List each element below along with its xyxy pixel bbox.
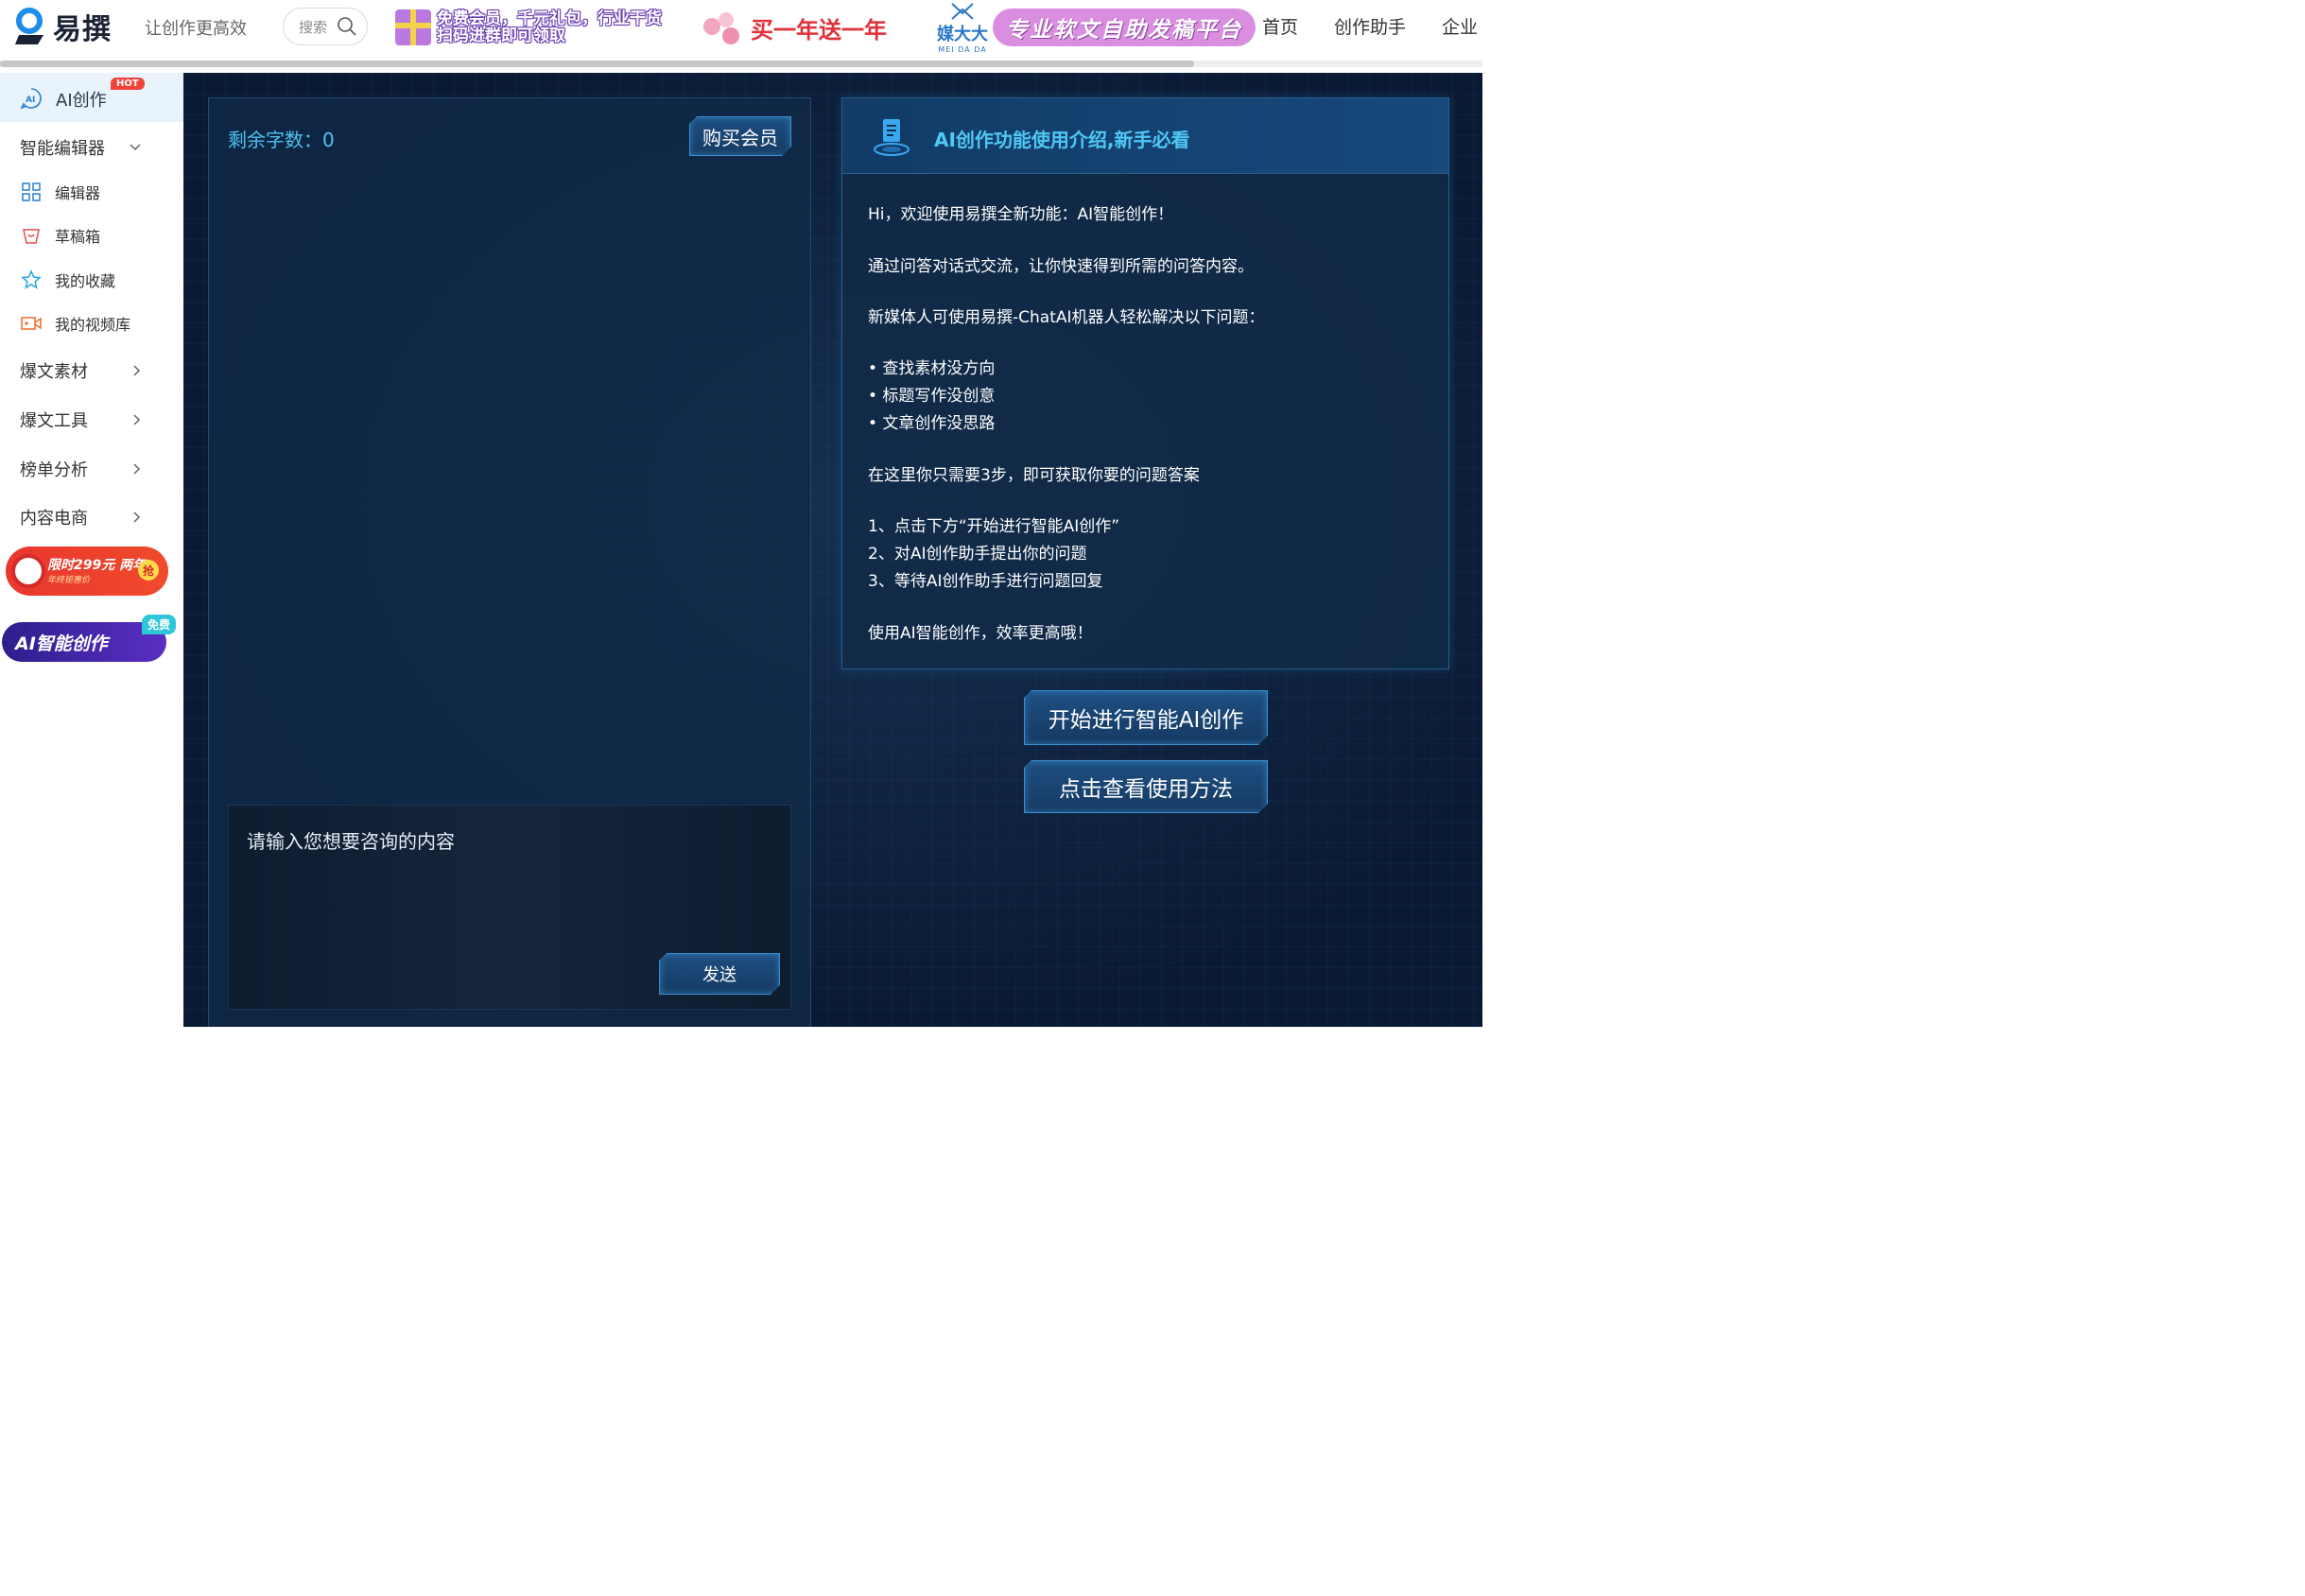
site-logo[interactable]: 易撰 bbox=[13, 6, 112, 47]
question-input-placeholder: 请输入您想要咨询的内容 bbox=[247, 830, 455, 853]
intro-line: Hi，欢迎使用易撰全新功能：AI智能创作！ bbox=[868, 205, 1174, 224]
sidebar-favorites-label: 我的收藏 bbox=[55, 272, 116, 290]
intro-panel-header: AI创作功能使用介绍,新手必看 bbox=[842, 98, 1448, 174]
top-header: 易撰 让创作更高效 搜索 免费会员，千元礼包，行业干货 扫码进群即可领取 买一年… bbox=[0, 0, 1482, 61]
draft-box-icon bbox=[21, 225, 42, 246]
sidebar-video-library-label: 我的视频库 bbox=[55, 316, 131, 334]
banner-mdd-text: 专业软文自助发稿平台 bbox=[993, 9, 1256, 46]
gift-icon bbox=[395, 9, 431, 45]
sidebar-group-label: 内容电商 bbox=[20, 509, 88, 529]
promo1-text: 限时299元 两年 年终钜惠价 bbox=[47, 558, 146, 585]
send-button[interactable]: 发送 bbox=[659, 953, 780, 995]
search-input[interactable]: 搜索 bbox=[283, 8, 368, 45]
meidada-logo: 媒大大 MEI DA DA bbox=[936, 2, 989, 54]
nav-home[interactable]: 首页 bbox=[1262, 13, 1298, 39]
top-nav: 首页 创作助手 企业 bbox=[1262, 13, 1514, 39]
start-ai-create-button[interactable]: 开始进行智能AI创作 bbox=[1024, 690, 1268, 745]
banner-gift-line2: 扫码进群即可领取 bbox=[437, 26, 565, 45]
intro-step: 2、对AI创作助手提出你的问题 bbox=[868, 545, 1087, 564]
sidebar-item-ranking-analysis[interactable]: 榜单分析 bbox=[0, 457, 183, 481]
intro-line: 新媒体人可使用易撰-ChatAI机器人轻松解决以下问题： bbox=[868, 308, 1265, 327]
intro-bullet: • 查找素材没方向 bbox=[868, 359, 996, 378]
slogan: 让创作更高效 bbox=[145, 19, 247, 39]
sidebar-item-drafts[interactable]: 草稿箱 bbox=[21, 224, 100, 247]
banner-free-membership[interactable]: 免费会员，千元礼包，行业干货 扫码进群即可领取 bbox=[395, 6, 671, 49]
sidebar-item-smart-editor[interactable]: 智能编辑器 bbox=[0, 135, 183, 160]
promo-ai-create-banner[interactable]: AI智能创作 免费 bbox=[2, 615, 176, 662]
grid-icon bbox=[21, 182, 42, 202]
chevron-right-icon bbox=[133, 365, 141, 376]
intro-panel-title: AI创作功能使用介绍,新手必看 bbox=[934, 129, 1190, 151]
promo1-badge: 抢 bbox=[138, 560, 159, 581]
intro-line: 通过问答对话式交流，让你快速得到所需的问答内容。 bbox=[868, 257, 1254, 276]
buy-membership-button[interactable]: 购买会员 bbox=[689, 116, 791, 156]
svg-text:AI: AI bbox=[26, 95, 35, 105]
sidebar-group-label: 爆文工具 bbox=[20, 411, 88, 431]
flower-icon bbox=[700, 9, 749, 46]
chevron-right-icon bbox=[133, 512, 141, 523]
sidebar-smart-editor-label: 智能编辑器 bbox=[20, 139, 105, 159]
sidebar-item-viral-tools[interactable]: 爆文工具 bbox=[0, 408, 183, 432]
sidebar-item-content-ecommerce[interactable]: 内容电商 bbox=[0, 505, 183, 529]
intro-step: 3、等待AI创作助手进行问题回复 bbox=[868, 572, 1103, 591]
banner-gift-text: 免费会员，千元礼包，行业干货 扫码进群即可领取 bbox=[437, 10, 662, 44]
meidada-brand: 媒大大 bbox=[937, 24, 988, 44]
chevron-right-icon bbox=[133, 414, 141, 425]
search-icon[interactable] bbox=[337, 16, 357, 37]
sidebar-editor-label: 编辑器 bbox=[55, 184, 101, 202]
promo-299-banner[interactable]: 限时299元 两年 年终钜惠价 抢 bbox=[6, 546, 168, 596]
chevron-down-icon bbox=[130, 144, 141, 151]
search-placeholder: 搜索 bbox=[299, 18, 328, 36]
logo-mark-icon bbox=[13, 7, 49, 46]
chevron-right-icon bbox=[133, 463, 141, 475]
video-camera-icon bbox=[21, 313, 42, 334]
sidebar-item-viral-materials[interactable]: 爆文素材 bbox=[0, 358, 183, 383]
banner-year-text: 买一年送一年 bbox=[751, 16, 887, 43]
intro-bullet: • 文章创作没思路 bbox=[868, 414, 996, 433]
sidebar-ai-create-label: AI创作 bbox=[56, 91, 107, 111]
intro-step: 1、点击下方“开始进行智能AI创作” bbox=[868, 517, 1120, 536]
banner-gift-line1: 免费会员，千元礼包，行业干货 bbox=[437, 9, 662, 28]
ai-chat-icon: AI bbox=[20, 88, 42, 110]
promo1-line2: 年终钜惠价 bbox=[47, 575, 91, 585]
view-usage-button[interactable]: 点击查看使用方法 bbox=[1024, 760, 1268, 813]
remaining-words: 剩余字数：0 bbox=[228, 129, 335, 151]
nav-enterprise[interactable]: 企业 bbox=[1442, 13, 1478, 39]
banner-meidada[interactable]: 媒大大 MEI DA DA 专业软文自助发稿平台 bbox=[936, 2, 1257, 54]
promo2-free-badge: 免费 bbox=[141, 615, 176, 634]
scrollbar-thumb[interactable] bbox=[0, 61, 1194, 67]
sidebar-item-ai-create[interactable]: AI AI创作 HOT bbox=[0, 73, 183, 122]
meidada-mark-icon bbox=[951, 2, 974, 20]
sidebar-item-editor[interactable]: 编辑器 bbox=[21, 181, 100, 203]
intro-line: 在这里你只需要3步，即可获取你要的问题答案 bbox=[868, 466, 1200, 485]
star-icon bbox=[21, 269, 42, 290]
intro-panel: AI创作功能使用介绍,新手必看 Hi，欢迎使用易撰全新功能：AI智能创作！ 通过… bbox=[841, 97, 1449, 669]
logo-text: 易撰 bbox=[53, 13, 112, 46]
promo1-line1: 限时299元 两年 bbox=[47, 557, 147, 573]
banner-buy-one-year[interactable]: 买一年送一年 bbox=[700, 6, 898, 49]
document-hologram-icon bbox=[874, 119, 910, 156]
sidebar-group-label: 榜单分析 bbox=[20, 460, 88, 480]
intro-line: 使用AI智能创作，效率更高哦！ bbox=[868, 624, 1093, 643]
sidebar-item-video-library[interactable]: 我的视频库 bbox=[21, 312, 130, 335]
sidebar-drafts-label: 草稿箱 bbox=[55, 228, 101, 246]
santa-icon bbox=[11, 554, 45, 588]
sidebar-item-favorites[interactable]: 我的收藏 bbox=[21, 269, 115, 291]
hot-badge: HOT bbox=[111, 78, 145, 90]
nav-creation-assistant[interactable]: 创作助手 bbox=[1334, 13, 1406, 39]
meidada-sub: MEI DA DA bbox=[938, 44, 987, 54]
sidebar-group-label: 爆文素材 bbox=[20, 362, 88, 382]
intro-bullet: • 标题写作没创意 bbox=[868, 387, 996, 406]
